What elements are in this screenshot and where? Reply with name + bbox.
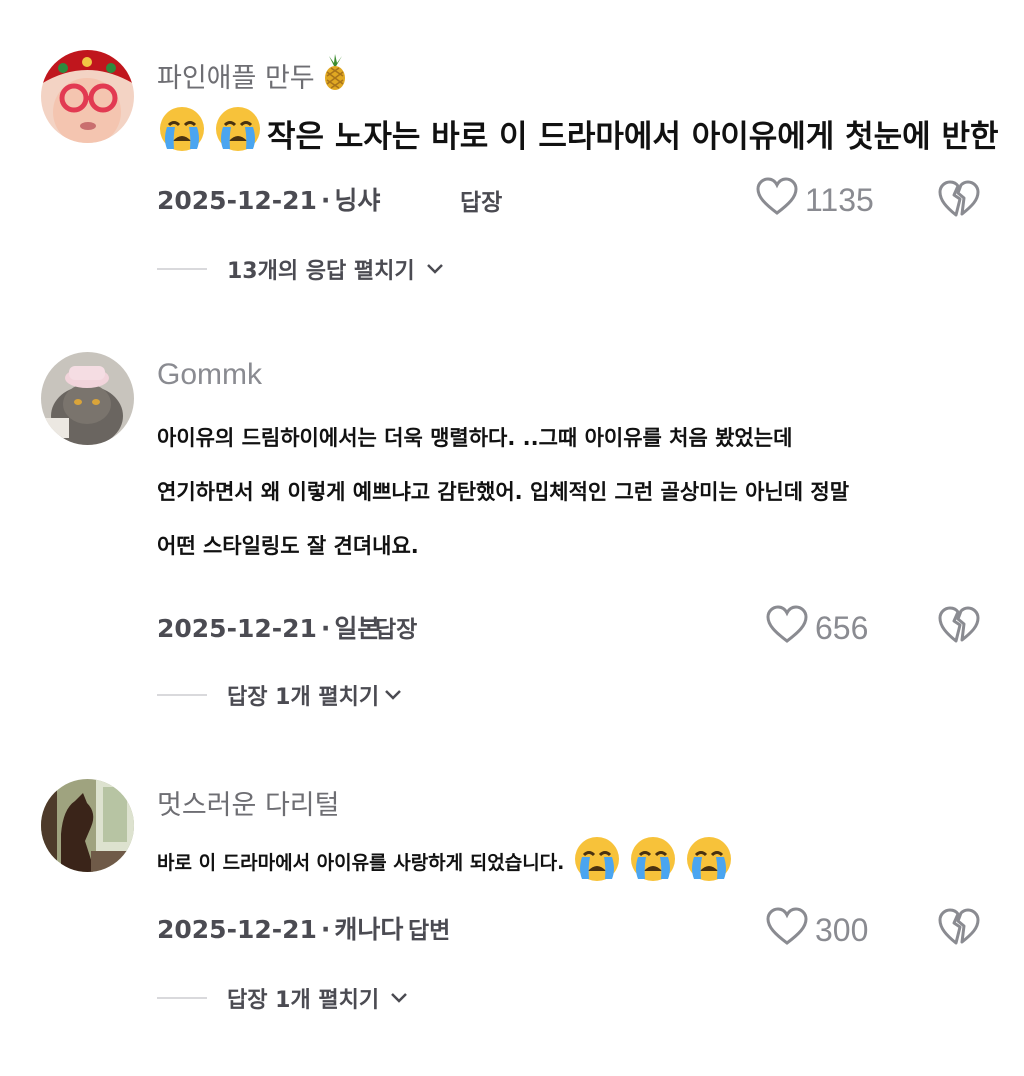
comment-meta: 2025-12-21 · 캐나다: [157, 910, 403, 946]
meta-separator: ·: [320, 915, 331, 944]
like-button[interactable]: 300: [765, 906, 868, 954]
like-count: 300: [815, 911, 869, 948]
expand-replies-label: 답장 1개 펼치기: [227, 988, 380, 1013]
broken-heart-icon: [937, 908, 981, 950]
divider-line: [157, 997, 207, 999]
crying-face-icon: [628, 835, 678, 888]
crying-face-icon: [572, 835, 622, 888]
comment-text: 바로 이 드라마에서 아이유를 사랑하게 되었습니다.: [157, 836, 734, 886]
username[interactable]: 멋스러운 다리털: [157, 783, 339, 822]
comment-body: 바로 이 드라마에서 아이유를 사랑하게 되었습니다.: [157, 851, 565, 874]
comment-date: 2025-12-21: [157, 915, 317, 944]
comment-location: 캐나다: [334, 915, 404, 944]
username-text: 멋스러운 다리털: [157, 790, 340, 821]
heart-icon: [765, 906, 809, 954]
dislike-button[interactable]: [937, 906, 981, 950]
reply-button[interactable]: 답변: [408, 911, 450, 945]
crying-face-icon: [684, 835, 734, 888]
expand-replies-button[interactable]: 답장 1개 펼치기: [157, 982, 409, 1014]
chevron-down-icon: [389, 986, 409, 1011]
avatar[interactable]: [41, 779, 134, 872]
comment-item: 멋스러운 다리털 바로 이 드라마에서 아이유를 사랑하게 되었습니다. 202…: [0, 0, 1024, 1040]
